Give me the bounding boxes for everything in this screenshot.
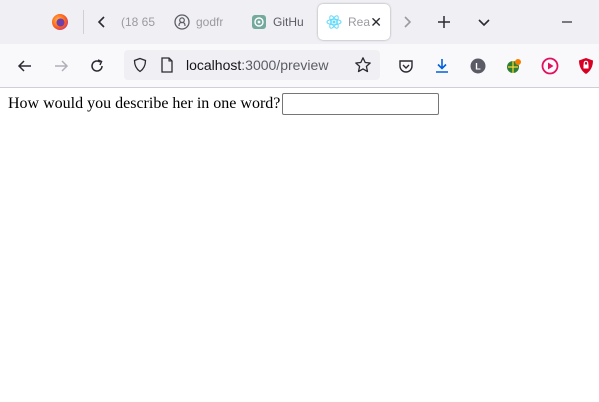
navigation-toolbar: localhost:3000/preview L <box>0 44 599 88</box>
page-content: How would you describe her in one word? <box>0 88 599 402</box>
browser-chrome: (18 65 godfr GitHu Rea ✕ localhost:3000/… <box>0 0 599 88</box>
tab-bar: (18 65 godfr GitHu Rea ✕ <box>0 0 599 44</box>
github-icon <box>174 14 190 30</box>
tab-1-label: (18 65 <box>121 15 156 29</box>
tab-3[interactable]: GitHu <box>243 4 309 40</box>
downloads-button[interactable] <box>428 52 456 80</box>
back-button[interactable] <box>11 52 39 80</box>
reload-icon <box>91 59 103 72</box>
tab-4-label: Rea <box>348 15 370 29</box>
tab-2[interactable]: godfr <box>166 4 236 40</box>
minimize-window-button[interactable] <box>551 6 583 38</box>
extension-1-button[interactable] <box>500 52 528 80</box>
url-host: localhost <box>186 57 242 73</box>
tab-separator <box>83 10 84 34</box>
reload-button[interactable] <box>83 52 111 80</box>
scroll-tabs-right-button[interactable] <box>391 6 423 38</box>
arrow-left-icon <box>17 60 31 72</box>
account-avatar-icon: L <box>470 58 486 74</box>
chevron-right-icon <box>404 16 412 28</box>
pocket-button[interactable] <box>392 52 420 80</box>
minimize-icon <box>562 21 572 23</box>
pocket-icon <box>399 60 413 73</box>
chevron-left-icon <box>97 16 105 28</box>
new-tab-button[interactable] <box>428 6 460 38</box>
plus-icon <box>438 16 450 28</box>
firefox-icon <box>52 14 68 30</box>
play-circle-icon <box>541 57 559 75</box>
page-info-icon[interactable] <box>160 57 174 73</box>
account-button[interactable]: L <box>464 52 492 80</box>
bookmark-star-icon[interactable] <box>354 56 372 74</box>
extension-globe-icon <box>507 59 521 73</box>
tracking-shield-icon[interactable] <box>132 57 148 73</box>
svg-text:L: L <box>475 62 481 72</box>
firefox-view-button[interactable] <box>44 6 76 38</box>
react-icon <box>326 15 342 29</box>
url-text[interactable]: localhost:3000/preview <box>186 57 328 73</box>
forward-button[interactable] <box>47 52 75 80</box>
close-tab-icon[interactable]: ✕ <box>370 14 382 31</box>
extension-2-button[interactable] <box>536 52 564 80</box>
list-all-tabs-button[interactable] <box>468 6 500 38</box>
extension-3-button[interactable] <box>572 52 599 80</box>
tab-4-active[interactable]: Rea ✕ <box>318 4 390 40</box>
url-path: :3000/preview <box>241 57 329 73</box>
question-label: How would you describe her in one word? <box>8 95 281 112</box>
scroll-tabs-left-button[interactable] <box>86 6 118 38</box>
red-shield-icon <box>579 58 593 74</box>
download-icon <box>436 59 448 73</box>
chatgpt-icon <box>252 15 266 29</box>
tab-1[interactable]: (18 65 <box>118 4 158 40</box>
chevron-down-icon <box>478 19 490 27</box>
answer-input[interactable] <box>282 93 439 115</box>
tab-2-label: godfr <box>196 15 224 29</box>
arrow-right-icon <box>55 60 69 72</box>
tab-3-label: GitHu <box>273 15 304 29</box>
address-bar[interactable]: localhost:3000/preview <box>124 50 380 80</box>
